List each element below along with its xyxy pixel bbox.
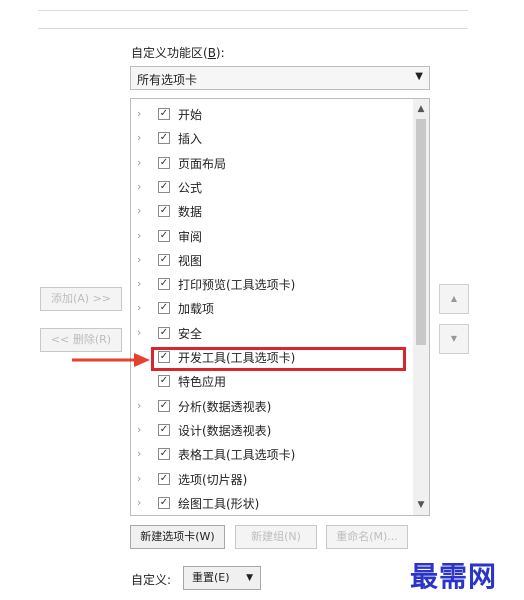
list-item-label: 加载项 (178, 302, 215, 317)
list-item-label: 选项(切片器) (178, 472, 248, 487)
chevron-right-icon[interactable]: › (137, 496, 141, 509)
dropdown-arrow-icon: ▼ (415, 71, 423, 82)
list-item[interactable]: › ✓ 公式 (131, 176, 413, 200)
list-item-label: 公式 (178, 180, 203, 195)
list-item[interactable]: › ✓ 数据 (131, 200, 413, 224)
list-item-label: 开始 (178, 108, 203, 122)
list-item-label: 插入 (178, 132, 203, 147)
reset-arrow-icon: ▼ (246, 573, 253, 583)
list-item-label: 特色应用 (178, 375, 227, 390)
list-item[interactable]: › ✓ 设计(数据透视表) (131, 419, 413, 443)
chevron-right-icon[interactable]: › (137, 399, 141, 412)
rename-button[interactable]: 重命名(M)... (326, 525, 408, 549)
checkbox[interactable]: ✓ (158, 229, 170, 242)
chevron-right-icon[interactable]: › (137, 204, 141, 217)
checkbox[interactable]: ✓ (158, 448, 170, 461)
checkbox[interactable]: ✓ (158, 205, 170, 218)
chevron-right-icon[interactable]: › (137, 253, 141, 266)
list-item[interactable]: › ✓ 视图 (131, 249, 413, 273)
list-item[interactable]: › ✓ 开始 (131, 103, 413, 127)
chevron-right-icon[interactable]: › (137, 301, 141, 314)
checkbox[interactable]: ✓ (158, 423, 170, 436)
list-item-label: 分析(数据透视表) (178, 399, 272, 414)
new-tab-button[interactable]: 新建选项卡(W) (130, 525, 225, 549)
top-divider-2 (38, 28, 468, 29)
list-item[interactable]: › ✓ 加载项 (131, 297, 413, 321)
move-down-button[interactable]: ▼ (439, 324, 469, 354)
chevron-right-icon[interactable]: › (137, 423, 141, 436)
new-group-button[interactable]: 新建组(N) (235, 525, 317, 549)
reset-label: 重置(E) (192, 571, 230, 584)
list-item-label: 打印预览(工具选项卡) (178, 278, 296, 293)
chevron-right-icon[interactable]: › (137, 180, 141, 193)
checkbox[interactable]: ✓ (158, 326, 170, 339)
scroll-thumb[interactable] (416, 119, 426, 345)
checkbox[interactable]: ✓ (158, 399, 170, 412)
tabs-filter-dropdown[interactable]: 所有选项卡 ▼ (130, 66, 430, 90)
list-item[interactable]: › ✓ 选项(切片器) (131, 468, 413, 492)
checkbox[interactable]: ✓ (158, 108, 170, 120)
remove-button[interactable]: << 删除(R) (40, 328, 122, 352)
chevron-right-icon[interactable]: › (137, 447, 141, 460)
list-item-label: 页面布局 (178, 156, 227, 171)
list-item[interactable]: › ✓ 打印预览(工具选项卡) (131, 273, 413, 297)
checkbox[interactable]: ✓ (158, 302, 170, 315)
pointer-arrow-icon (72, 353, 150, 367)
list-item-label: 绘图工具(形状) (178, 496, 260, 511)
scroll-down-icon[interactable]: ▼ (413, 497, 429, 513)
list-item-label: 表格工具(工具选项卡) (178, 448, 296, 463)
list-item-label: 安全 (178, 326, 203, 341)
list-item[interactable]: › ✓ 分析(数据透视表) (131, 395, 413, 419)
list-item[interactable]: › ✓ 审阅 (131, 225, 413, 249)
list-item-label: 数据 (178, 205, 203, 220)
chevron-right-icon[interactable]: › (137, 472, 141, 485)
highlight-box (151, 347, 406, 371)
watermark-logo: 最需网 (410, 560, 498, 593)
list-item[interactable]: › ✓ 页面布局 (131, 152, 413, 176)
list-item-label: 设计(数据透视表) (178, 423, 272, 438)
dropdown-value: 所有选项卡 (137, 73, 198, 87)
list-item-label: 审阅 (178, 229, 203, 244)
list-item[interactable]: › ✓ 表格工具(工具选项卡) (131, 443, 413, 467)
chevron-right-icon[interactable]: › (137, 107, 141, 120)
checkbox[interactable]: ✓ (158, 156, 170, 169)
top-divider (38, 10, 468, 11)
chevron-right-icon[interactable]: › (137, 131, 141, 144)
checkbox[interactable]: ✓ (158, 472, 170, 485)
chevron-right-icon[interactable]: › (137, 156, 141, 169)
chevron-right-icon[interactable]: › (137, 229, 141, 242)
checkbox[interactable]: ✓ (158, 278, 170, 291)
move-up-button[interactable]: ▲ (439, 284, 469, 314)
add-button[interactable]: 添加(A) >> (40, 287, 122, 311)
list-item-label: 视图 (178, 253, 203, 268)
customize-label: 自定义: (131, 573, 172, 587)
list-item[interactable]: › ✓ 插入 (131, 127, 413, 151)
checkbox[interactable]: ✓ (158, 253, 170, 266)
checkbox[interactable]: ✓ (158, 496, 170, 509)
reset-button[interactable]: 重置(E) ▼ (183, 566, 261, 590)
list-item[interactable]: › ✓ 安全 (131, 322, 413, 346)
ribbon-tabs-list[interactable]: ▲ ▼ › ✓ 开始 › ✓ 插入 › ✓ 页面布局 › ✓ 公式 › ✓ 数据 › ✓ 审阅 › ✓ 视图 › ✓ 打印预览… (130, 98, 430, 516)
list-item[interactable]: ✓ 特色应用 (131, 370, 413, 394)
checkbox[interactable]: ✓ (158, 132, 170, 145)
scroll-up-icon[interactable]: ▲ (413, 101, 429, 117)
chevron-right-icon[interactable]: › (137, 277, 141, 290)
checkbox[interactable]: ✓ (158, 180, 170, 193)
customize-ribbon-label: 自定义功能区(B): (131, 46, 225, 60)
checkbox[interactable]: ✓ (158, 375, 170, 388)
list-item[interactable]: › ✓ 绘图工具(形状) (131, 492, 413, 515)
list-scrollbar[interactable]: ▲ ▼ (413, 99, 429, 515)
chevron-right-icon[interactable]: › (137, 326, 141, 339)
